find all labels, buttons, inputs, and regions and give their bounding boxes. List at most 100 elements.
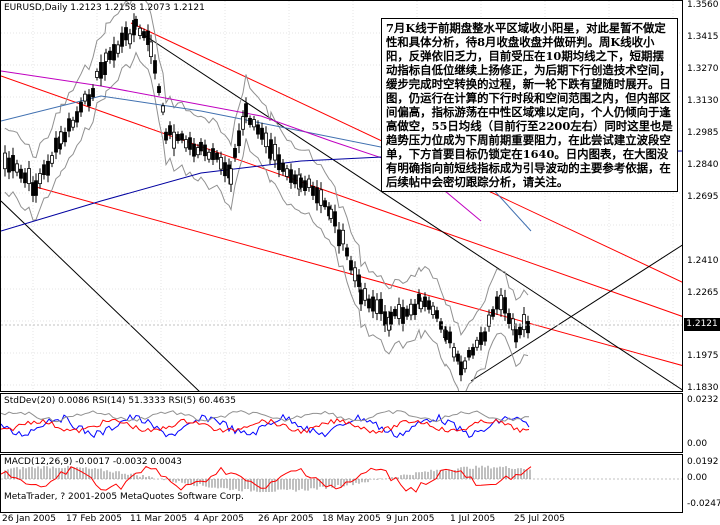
- candle-body: [522, 314, 526, 331]
- candle-body: [383, 311, 387, 326]
- price-tick: 1.2695: [687, 192, 719, 202]
- candle-body: [168, 125, 172, 136]
- candle-body: [11, 155, 15, 172]
- candle-body: [479, 332, 483, 345]
- candle-body: [413, 303, 417, 316]
- candle-body: [142, 31, 146, 39]
- candle-body: [260, 127, 264, 140]
- candle-body: [273, 144, 277, 161]
- indicator-tick: 0.0232: [687, 395, 719, 405]
- date-tick: 18 May 2005: [322, 514, 381, 524]
- candle-body: [233, 147, 237, 158]
- candle-body: [134, 18, 138, 27]
- candle-body: [83, 93, 87, 102]
- candle-body: [393, 309, 397, 317]
- candle-body: [203, 144, 207, 157]
- date-tick: 4 Apr 2005: [194, 514, 244, 524]
- candle-body: [526, 321, 530, 334]
- candle-body: [357, 274, 361, 287]
- candle-body: [38, 173, 42, 185]
- candle-body: [467, 350, 471, 358]
- price-axis: 1.3560 1.3415 1.3270 1.3130 1.2985 1.284…: [683, 0, 720, 393]
- candle-body: [379, 298, 383, 315]
- candle-body: [176, 134, 180, 141]
- candle-body: [157, 86, 161, 93]
- candle-body: [448, 331, 452, 344]
- price-tick: 1.2985: [687, 128, 719, 138]
- candle-body: [31, 182, 35, 196]
- candle-body: [423, 296, 427, 308]
- candle-body: [256, 124, 260, 135]
- candle-body: [59, 131, 63, 145]
- candle-body: [91, 88, 95, 98]
- date-axis: 26 Jan 2005 17 Feb 2005 11 Mar 2005 4 Ap…: [0, 513, 720, 525]
- candle-body: [71, 119, 75, 128]
- candle-body: [514, 329, 518, 343]
- candle-body: [180, 133, 184, 141]
- analysis-note: 7月K线于前期盘整水平区域收小阳星，对此星暂不做定性和具体分析，待8月收盘收盘并…: [381, 18, 678, 192]
- candle-body: [427, 300, 431, 310]
- candle-body: [153, 60, 157, 74]
- candle-body: [3, 152, 7, 170]
- candle-body: [431, 305, 435, 315]
- price-tick: 1.2265: [687, 288, 719, 298]
- price-tick: 1.1830: [687, 383, 719, 393]
- indicator-tick: 0.00: [687, 439, 708, 449]
- candle-body: [138, 27, 142, 36]
- candle-body: [34, 180, 38, 196]
- date-tick: 26 Apr 2005: [258, 514, 314, 524]
- rsi-stddev-pane[interactable]: StdDev(20) 0.0086 RSI(14) 51.3333 RSI(5)…: [0, 393, 683, 453]
- date-tick: 9 Jun 2005: [386, 514, 435, 524]
- candle-body: [99, 62, 103, 79]
- candle-body: [196, 147, 200, 156]
- price-tick: 1.2410: [687, 256, 719, 266]
- candle-body: [444, 330, 448, 340]
- candle-body: [207, 151, 211, 160]
- price-pane[interactable]: EURUSD,Daily 1.2123 1.2158 1.2073 1.2121…: [0, 0, 683, 392]
- macd-pane[interactable]: MACD(12,26,9) -0.0017 -0.0032 0.0043 Met…: [0, 454, 683, 513]
- candle-body: [303, 180, 307, 191]
- date-tick: 17 Feb 2005: [66, 514, 123, 524]
- candle-body: [188, 137, 192, 150]
- macd-title: MACD(12,26,9) -0.0017 -0.0032 0.0043: [4, 457, 182, 467]
- candle-body: [459, 361, 463, 376]
- candle-body: [491, 309, 495, 317]
- candle-body: [289, 169, 293, 183]
- candle-body: [128, 33, 132, 45]
- candle-body: [120, 32, 124, 47]
- candle-body: [363, 288, 367, 301]
- candle-body: [333, 211, 337, 227]
- rsi-stddev-title: StdDev(20) 0.0086 RSI(14) 51.3333 RSI(5)…: [4, 396, 236, 406]
- trend-line-black-3: [470, 244, 682, 382]
- candle-body: [405, 308, 409, 317]
- candle-body: [223, 162, 227, 177]
- candle-body: [277, 154, 281, 171]
- candle-body: [359, 289, 363, 305]
- candle-body: [229, 168, 233, 185]
- candle-body: [371, 296, 375, 312]
- date-tick: 11 Mar 2005: [130, 514, 188, 524]
- candle-body: [237, 130, 241, 147]
- candle-body: [507, 313, 511, 324]
- price-tick: 1.3560: [687, 0, 719, 10]
- candle-body: [471, 347, 475, 356]
- candle-body: [299, 177, 303, 188]
- candle-body: [112, 44, 116, 61]
- candle-body: [452, 347, 456, 358]
- price-tick: 1.2840: [687, 160, 719, 170]
- candle-body: [50, 155, 54, 164]
- rsi-stddev-axis: 0.0232 0.00: [683, 393, 720, 453]
- candle-body: [419, 300, 423, 310]
- candle-body: [499, 294, 503, 311]
- candle-body: [211, 148, 215, 160]
- candle-body: [349, 260, 353, 271]
- candle-body: [315, 187, 319, 204]
- stddev-line: [1, 410, 530, 423]
- candle-body: [293, 174, 297, 185]
- candle-body: [397, 304, 401, 319]
- price-tick: 1.3415: [687, 32, 719, 42]
- macd-tick: -0.0247: [687, 499, 720, 509]
- candle-body: [495, 296, 499, 310]
- candle-body: [345, 247, 349, 257]
- date-tick: 26 Jan 2005: [2, 514, 56, 524]
